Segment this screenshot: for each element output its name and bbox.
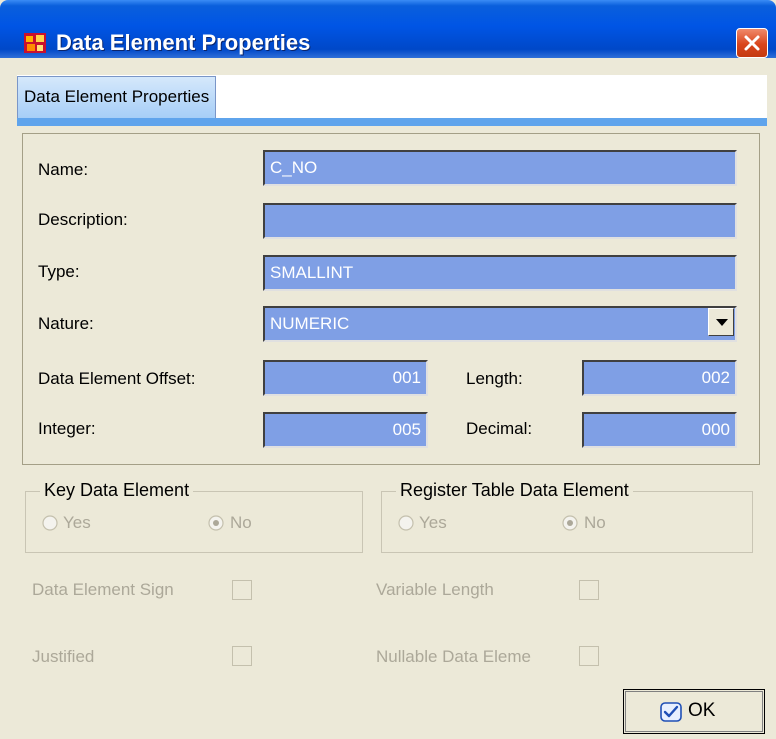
length-field[interactable]: 002 (582, 360, 737, 396)
offset-field[interactable]: 001 (263, 360, 428, 396)
description-field[interactable] (263, 203, 737, 239)
decimal-label: Decimal: (466, 419, 533, 438)
register-group-title: Register Table Data Element (396, 480, 633, 501)
variable-length-label: Variable Length (376, 580, 494, 599)
close-button[interactable] (736, 28, 768, 58)
name-label: Name: (38, 160, 89, 179)
variable-length-checkbox[interactable] (579, 580, 599, 600)
name-field[interactable]: C_NO (263, 150, 737, 186)
key-yes-label: Yes (63, 513, 91, 532)
decimal-field[interactable]: 000 (582, 412, 737, 448)
app-icon (24, 33, 46, 53)
ok-button[interactable]: OK (623, 689, 765, 734)
nature-dropdown-button[interactable] (708, 308, 734, 336)
tab-underline (17, 118, 767, 126)
dialog-window: Data Element Properties Data Element Pro… (0, 0, 776, 739)
window-title: Data Element Properties (56, 30, 311, 55)
type-field[interactable]: SMALLINT (263, 255, 737, 291)
key-no-label: No (230, 513, 252, 532)
register-yes-radio[interactable] (398, 515, 414, 531)
nature-select[interactable]: NUMERIC (263, 306, 737, 342)
register-no-label: No (584, 513, 606, 532)
type-label: Type: (38, 262, 80, 281)
chevron-down-icon (716, 319, 728, 326)
tab-data-element-properties[interactable]: Data Element Properties (17, 76, 217, 118)
integer-label: Integer: (38, 419, 96, 438)
data-element-sign-label: Data Element Sign (32, 580, 174, 599)
justified-checkbox[interactable] (232, 646, 252, 666)
integer-field[interactable]: 005 (263, 412, 428, 448)
data-element-sign-checkbox[interactable] (232, 580, 252, 600)
offset-label: Data Element Offset: (38, 369, 196, 388)
ok-button-label: OK (688, 700, 716, 721)
register-no-radio[interactable] (562, 515, 578, 531)
length-label: Length: (466, 369, 523, 388)
key-yes-radio[interactable] (42, 515, 58, 531)
nature-label: Nature: (38, 314, 94, 333)
justified-label: Justified (32, 647, 95, 666)
key-group-title: Key Data Element (40, 480, 194, 501)
title-bar[interactable]: Data Element Properties (0, 0, 776, 58)
register-yes-label: Yes (419, 513, 447, 532)
close-icon (744, 35, 760, 51)
nullable-checkbox[interactable] (579, 646, 599, 666)
nullable-label: Nullable Data Eleme (376, 647, 531, 666)
description-label: Description: (38, 210, 128, 229)
checkmark-icon (660, 702, 682, 722)
key-no-radio[interactable] (208, 515, 224, 531)
